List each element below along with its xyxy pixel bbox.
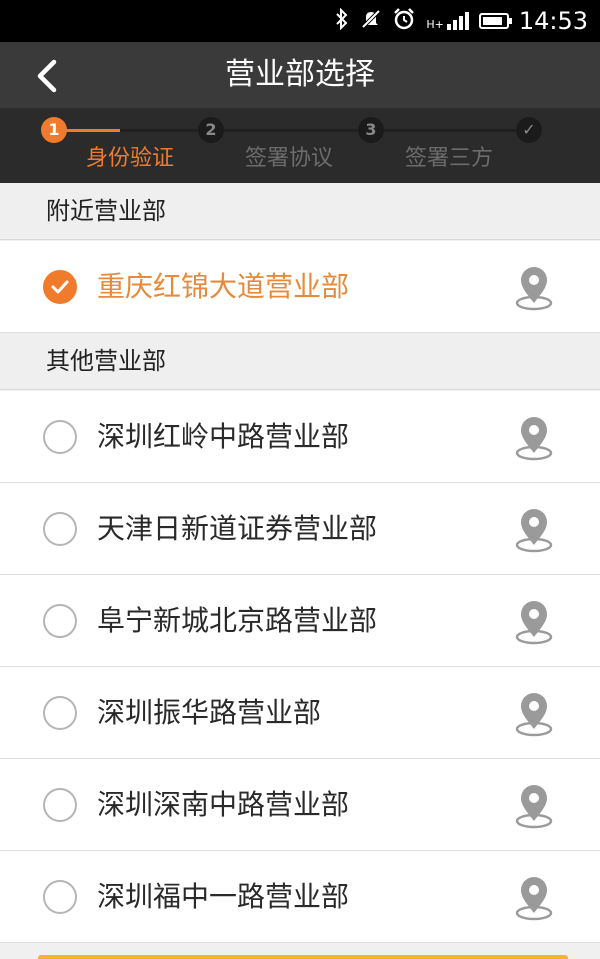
branch-name: 阜宁新城北京路营业部 bbox=[97, 604, 378, 637]
location-pin-icon[interactable] bbox=[514, 415, 554, 461]
bluetooth-icon bbox=[334, 7, 350, 35]
step-3-circle: 3 bbox=[358, 117, 384, 143]
step-2-circle: 2 bbox=[198, 117, 224, 143]
alarm-icon bbox=[392, 7, 416, 36]
branch-row[interactable]: 深圳红岭中路营业部 bbox=[0, 391, 600, 483]
radio-button[interactable] bbox=[43, 604, 77, 638]
step-line bbox=[382, 129, 518, 132]
radio-button[interactable] bbox=[43, 696, 77, 730]
step-line bbox=[222, 129, 360, 132]
branch-name: 重庆红锦大道营业部 bbox=[97, 270, 350, 303]
radio-button[interactable] bbox=[43, 880, 77, 914]
radio-button[interactable] bbox=[43, 512, 77, 546]
step-1-label: 身份验证 bbox=[86, 146, 175, 171]
nav-bar: 营业部选择 bbox=[0, 42, 600, 108]
back-button[interactable] bbox=[28, 56, 68, 96]
location-pin-icon[interactable] bbox=[514, 783, 554, 829]
network-type: H+ bbox=[426, 18, 444, 31]
branch-row[interactable]: 阜宁新城北京路营业部 bbox=[0, 575, 600, 667]
chevron-left-icon bbox=[37, 59, 57, 93]
location-pin-icon[interactable] bbox=[514, 507, 554, 553]
nearby-section-header: 附近营业部 bbox=[0, 183, 600, 240]
branch-name: 天津日新道证券营业部 bbox=[97, 512, 378, 545]
next-button-edge[interactable] bbox=[38, 955, 568, 959]
step-line-active bbox=[62, 129, 120, 132]
branch-row[interactable]: 深圳振华路营业部 bbox=[0, 667, 600, 759]
step-2-label: 签署协议 bbox=[245, 146, 334, 171]
status-time: 14:53 bbox=[518, 7, 588, 35]
battery-icon bbox=[478, 13, 512, 29]
branch-name: 深圳福中一路营业部 bbox=[97, 880, 350, 913]
branch-name: 深圳深南中路营业部 bbox=[97, 788, 350, 821]
step-4-check-icon: ✓ bbox=[516, 117, 542, 143]
radio-button[interactable] bbox=[43, 788, 77, 822]
other-section-header: 其他营业部 bbox=[0, 333, 600, 390]
step-line bbox=[120, 129, 210, 132]
radio-button[interactable] bbox=[43, 420, 77, 454]
page-title: 营业部选择 bbox=[225, 57, 375, 92]
location-pin-icon[interactable] bbox=[514, 691, 554, 737]
location-pin-icon[interactable] bbox=[514, 599, 554, 645]
location-pin-icon[interactable] bbox=[514, 265, 554, 311]
checkmark-icon bbox=[51, 280, 69, 294]
mute-icon bbox=[360, 8, 382, 35]
signal-icon: H+ bbox=[426, 12, 469, 30]
step-indicator: 1 2 3 ✓ 身份验证 签署协议 签署三方 bbox=[0, 108, 600, 183]
branch-name: 深圳红岭中路营业部 bbox=[97, 420, 350, 453]
step-1-circle: 1 bbox=[41, 117, 67, 143]
location-pin-icon[interactable] bbox=[514, 875, 554, 921]
step-3-label: 签署三方 bbox=[405, 146, 494, 171]
status-bar: H+ 14:53 bbox=[0, 0, 600, 42]
branch-row-selected[interactable]: 重庆红锦大道营业部 bbox=[0, 241, 600, 333]
branch-row[interactable]: 天津日新道证券营业部 bbox=[0, 483, 600, 575]
branch-name: 深圳振华路营业部 bbox=[97, 696, 322, 729]
branch-row[interactable]: 深圳福中一路营业部 bbox=[0, 851, 600, 943]
radio-checked[interactable] bbox=[43, 270, 77, 304]
branch-row[interactable]: 深圳深南中路营业部 bbox=[0, 759, 600, 851]
